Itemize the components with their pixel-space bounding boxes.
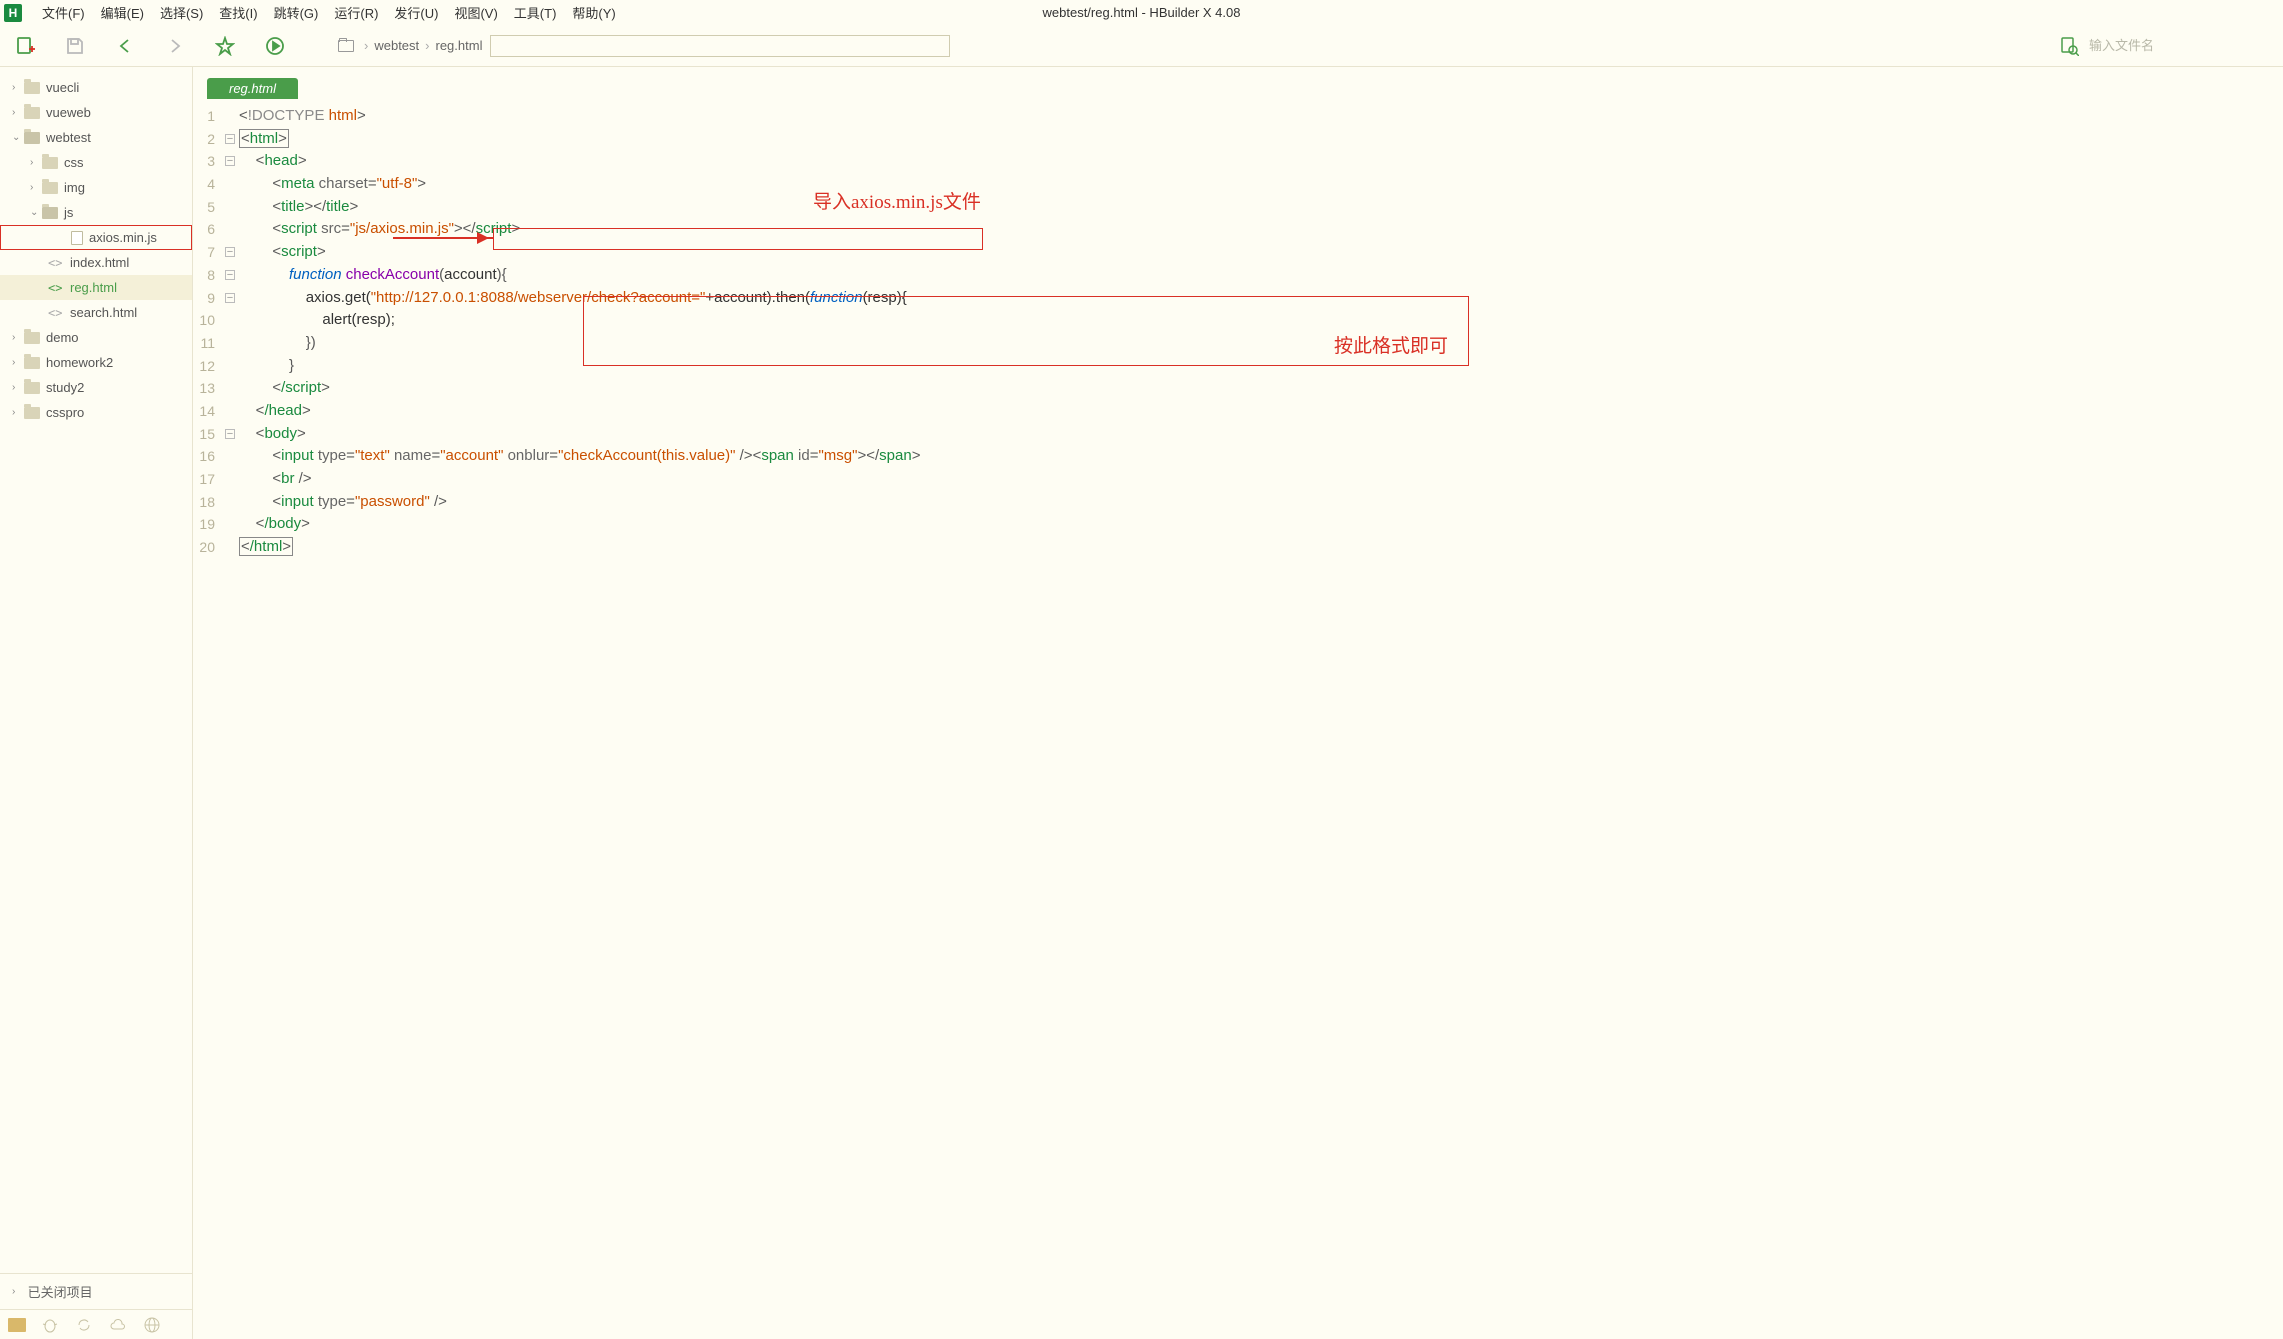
- tree-folder-vuecli[interactable]: ›vuecli: [0, 75, 192, 100]
- sidebar: ›vuecli ›vueweb ⌄webtest ›css ›img ⌄js a…: [0, 67, 193, 1339]
- window-title: webtest/reg.html - HBuilder X 4.08: [1043, 5, 1241, 20]
- code-editor[interactable]: reg.html 导入axios.min.js文件 按此格式即可 1<!DOCT…: [193, 67, 2283, 1339]
- editor-tabs: reg.html: [193, 71, 2283, 99]
- breadcrumb-file[interactable]: reg.html: [436, 38, 483, 53]
- tree-file-index[interactable]: <>index.html: [0, 250, 192, 275]
- menu-help[interactable]: 帮助(Y): [564, 1, 623, 24]
- sync-icon[interactable]: [74, 1315, 94, 1335]
- toolbar: › webtest › reg.html: [0, 25, 2283, 67]
- menu-view[interactable]: 视图(V): [446, 1, 505, 24]
- new-file-icon[interactable]: [14, 35, 36, 57]
- tree-folder-csspro[interactable]: ›csspro: [0, 400, 192, 425]
- forward-icon[interactable]: [164, 35, 186, 57]
- breadcrumb[interactable]: › webtest › reg.html: [338, 38, 482, 53]
- annotation-format: 按此格式即可: [1334, 336, 1448, 359]
- tree-folder-webtest[interactable]: ⌄webtest: [0, 125, 192, 150]
- save-icon[interactable]: [64, 35, 86, 57]
- tree-folder-img[interactable]: ›img: [0, 175, 192, 200]
- tree-folder-js[interactable]: ⌄js: [0, 200, 192, 225]
- menu-goto[interactable]: 跳转(G): [266, 1, 327, 24]
- globe-icon[interactable]: [142, 1315, 162, 1335]
- menu-select[interactable]: 选择(S): [152, 1, 211, 24]
- menu-publish[interactable]: 发行(U): [386, 1, 446, 24]
- star-icon[interactable]: [214, 35, 236, 57]
- tree-folder-study2[interactable]: ›study2: [0, 375, 192, 400]
- bug-icon[interactable]: [40, 1315, 60, 1335]
- search-icon[interactable]: [2059, 36, 2079, 56]
- menu-file[interactable]: 文件(F): [34, 1, 93, 24]
- tree-folder-vueweb[interactable]: ›vueweb: [0, 100, 192, 125]
- code-area[interactable]: 导入axios.min.js文件 按此格式即可 1<!DOCTYPE html>…: [193, 99, 2283, 1339]
- annotation-box-1: [493, 228, 983, 250]
- back-icon[interactable]: [114, 35, 136, 57]
- cloud-icon[interactable]: [108, 1315, 128, 1335]
- menu-tools[interactable]: 工具(T): [506, 1, 565, 24]
- app-logo: H: [4, 4, 22, 22]
- tree-file-axios[interactable]: axios.min.js: [0, 225, 192, 250]
- annotation-import: 导入axios.min.js文件: [813, 192, 981, 215]
- tree-folder-homework2[interactable]: ›homework2: [0, 350, 192, 375]
- closed-projects[interactable]: › 已关闭项目: [0, 1273, 192, 1309]
- tree-file-reg[interactable]: <>reg.html: [0, 275, 192, 300]
- menu-bar: H 文件(F) 编辑(E) 选择(S) 查找(I) 跳转(G) 运行(R) 发行…: [0, 0, 2283, 25]
- tree-file-search[interactable]: <>search.html: [0, 300, 192, 325]
- tree-folder-css[interactable]: ›css: [0, 150, 192, 175]
- tree-folder-demo[interactable]: ›demo: [0, 325, 192, 350]
- menu-run[interactable]: 运行(R): [326, 1, 386, 24]
- search-input[interactable]: [2089, 38, 2269, 53]
- open-folder-icon[interactable]: [8, 1318, 26, 1332]
- bottom-toolbar: [0, 1309, 192, 1339]
- address-bar[interactable]: [490, 35, 950, 57]
- folder-icon: [338, 40, 354, 52]
- tab-reg[interactable]: reg.html: [207, 78, 298, 99]
- menu-edit[interactable]: 编辑(E): [93, 1, 152, 24]
- annotation-arrow: [393, 237, 493, 239]
- breadcrumb-project[interactable]: webtest: [374, 38, 419, 53]
- run-icon[interactable]: [264, 35, 286, 57]
- file-tree: ›vuecli ›vueweb ⌄webtest ›css ›img ⌄js a…: [0, 67, 192, 1273]
- menu-find[interactable]: 查找(I): [211, 1, 265, 24]
